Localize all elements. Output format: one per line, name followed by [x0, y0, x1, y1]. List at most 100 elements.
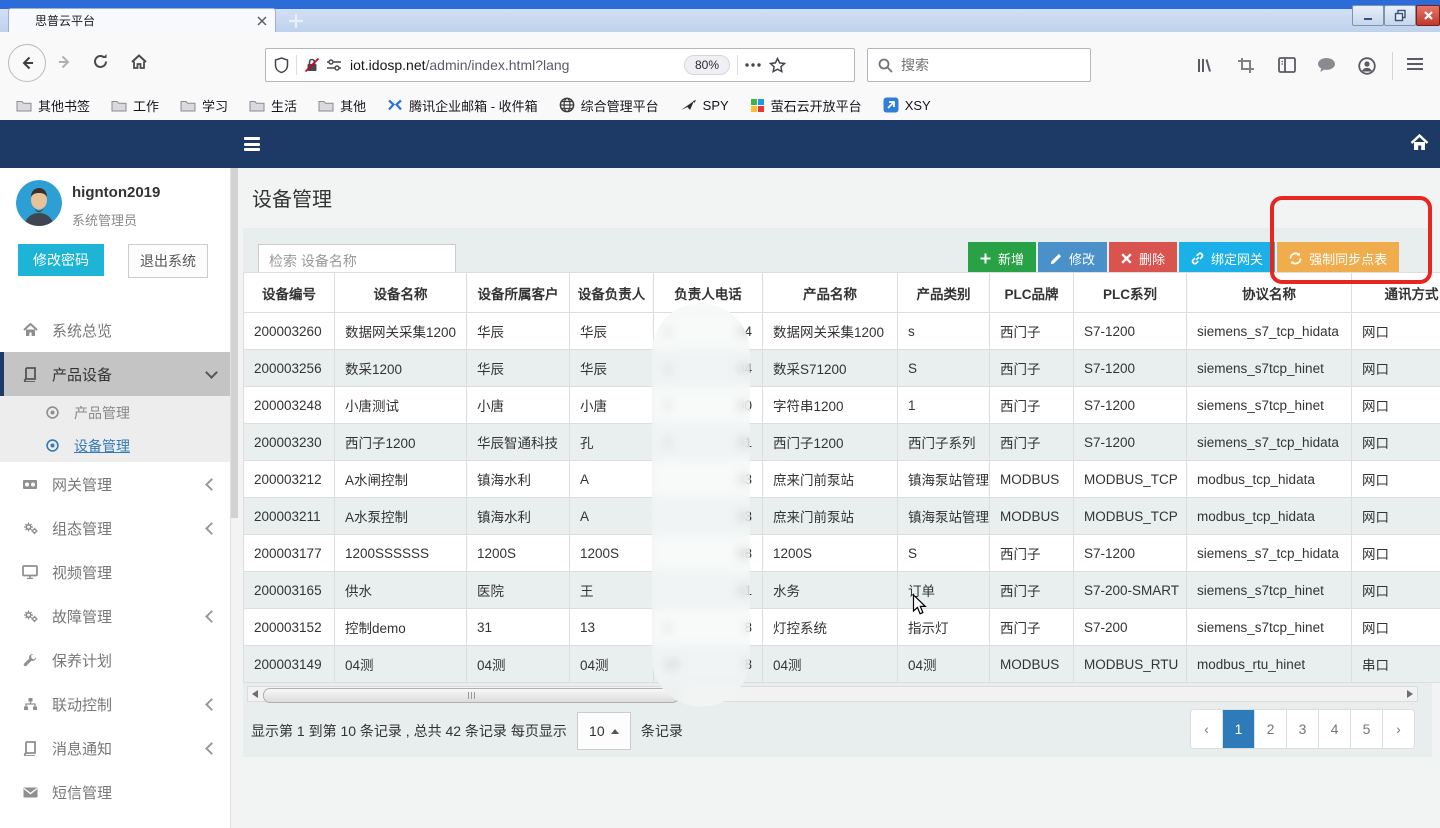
page-actions-icon[interactable] [745, 63, 761, 67]
edit-button[interactable]: 修改 [1038, 242, 1107, 275]
forward-icon[interactable] [56, 53, 74, 71]
screenshot-icon[interactable] [1237, 57, 1255, 74]
table-row[interactable]: 200003212 A水闸控制 镇海水利 A 33 庶来门前泵站 镇海泵站管理 … [244, 461, 1440, 498]
bookmark-folder[interactable]: 生活 [249, 96, 297, 115]
cell-device-id: 200003256 [244, 350, 335, 387]
scrollbar-thumb[interactable] [263, 688, 679, 703]
bind-gateway-button[interactable]: 绑定网关 [1179, 242, 1275, 275]
device-table: 设备编号设备名称设备所属客户设备负责人负责人电话产品名称产品类别PLC品牌PLC… [243, 272, 1440, 683]
sidebar-item-product-management[interactable]: 产品管理 [0, 396, 230, 429]
table-row[interactable]: 200003152 控制demo 31 13 18 灯控系统 指示灯 西门子 S… [244, 609, 1440, 646]
cell-owner: 13 [570, 609, 654, 646]
bookmark-tencent-mail[interactable]: 腾讯企业邮箱 - 收件箱 [387, 96, 538, 115]
insecure-lock-icon[interactable] [304, 57, 320, 73]
window-minimize-button[interactable] [1352, 5, 1384, 26]
zoom-level-badge[interactable]: 80% [684, 55, 730, 75]
new-tab-icon[interactable] [286, 11, 308, 29]
menu-hamburger-icon[interactable] [1406, 57, 1424, 71]
add-button[interactable]: 新增 [968, 242, 1036, 275]
reload-icon[interactable] [92, 53, 109, 70]
chevron-down-icon [205, 366, 218, 379]
bookmark-spy[interactable]: SPY [680, 98, 729, 113]
sidebar-item-video-management[interactable]: 视频管理 [0, 550, 230, 594]
sidebar-item-device-management[interactable]: 设备管理 [0, 429, 230, 462]
shield-icon[interactable] [274, 57, 289, 74]
avatar[interactable] [16, 180, 62, 226]
page-button[interactable]: ‹ [1191, 710, 1222, 748]
x-icon [1121, 253, 1132, 264]
sidebar-collapse-icon[interactable] [244, 137, 260, 151]
bookmark-folder[interactable]: 工作 [111, 96, 159, 115]
scroll-right-arrow[interactable] [1403, 687, 1417, 701]
page-size-dropdown[interactable]: 10 [577, 712, 631, 750]
bookmark-ezviz[interactable]: 萤石云开放平台 [750, 96, 862, 115]
sidebar-item-space-management[interactable]: 空间管理 [0, 814, 230, 828]
product-device-submenu: 产品管理 设备管理 [0, 396, 230, 462]
table-row[interactable]: 200003248 小唐测试 小唐 小唐 100 字符串1200 1 西门子 S… [244, 387, 1440, 424]
window-restore-button[interactable] [1384, 5, 1416, 26]
sidebar-item-product-device[interactable]: 产品设备 [0, 352, 230, 396]
sidebar-item-message-notification[interactable]: 消息通知 [0, 726, 230, 770]
table-row[interactable]: 200003211 A水泵控制 镇海水利 A 33 庶来门前泵站 镇海泵站管理 … [244, 498, 1440, 535]
sidebar-item-sms-management[interactable]: 短信管理 [0, 770, 230, 814]
browser-search-bar[interactable]: 搜索 [867, 48, 1091, 82]
page-button[interactable]: 2 [1254, 710, 1286, 748]
permissions-icon[interactable] [326, 58, 342, 72]
sidebar-item-gateway-management[interactable]: 网关管理 [0, 462, 230, 506]
url-bar[interactable]: iot.idosp.net/admin/index.html?lang 80% [265, 48, 855, 82]
sidebar-item-config-management[interactable]: 组态管理 [0, 506, 230, 550]
bookmark-folder[interactable]: 其他 [318, 96, 366, 115]
cell-protocol: siemens_s7_tcp_hidata [1187, 424, 1352, 461]
sidebar-item-maintenance-plan[interactable]: 保养计划 [0, 638, 230, 682]
cell-plc-brand: 西门子 [990, 535, 1074, 572]
table-row[interactable]: 200003177 1200SSSSSS 1200S 1200S 88 1200… [244, 535, 1440, 572]
cell-device-id: 200003260 [244, 313, 335, 350]
force-sync-button[interactable]: 强制同步点表 [1277, 242, 1399, 275]
delete-button[interactable]: 删除 [1109, 242, 1177, 275]
cell-product-category: 镇海泵站管理 [898, 498, 990, 535]
back-button[interactable] [8, 44, 46, 82]
cell-device-name: A水泵控制 [335, 498, 467, 535]
table-row[interactable]: 200003260 数据网关采集1200 华辰 华辰 104 数据网关采集120… [244, 313, 1440, 350]
page-button[interactable]: 4 [1318, 710, 1350, 748]
navbar-home-icon[interactable] [1410, 134, 1429, 152]
page-button[interactable]: 5 [1350, 710, 1382, 748]
cell-comm-type: 网口 [1352, 350, 1440, 387]
bookmark-folder[interactable]: 学习 [180, 96, 228, 115]
table-row[interactable]: 200003165 供水 医院 王 41 水务 订单 西门子 S7-200-SM… [244, 572, 1440, 609]
column-header: 产品类别 [898, 273, 990, 313]
sidebar-item-system-overview[interactable]: 系统总览 [0, 308, 230, 352]
table-horizontal-scrollbar[interactable] [247, 686, 1418, 702]
bookmark-xsy[interactable]: XSY [883, 97, 931, 113]
chevron-left-icon [205, 698, 218, 711]
sidebar-item-fault-management[interactable]: 故障管理 [0, 594, 230, 638]
feedback-bubble-icon[interactable] [1317, 57, 1336, 73]
cell-plc-brand: MODBUS [990, 646, 1074, 683]
home-icon[interactable] [130, 53, 148, 71]
library-icon[interactable] [1196, 57, 1214, 74]
page-button[interactable]: 1 [1222, 710, 1254, 748]
scroll-left-arrow[interactable] [248, 687, 262, 701]
bookmark-folder[interactable]: 其他书签 [16, 96, 90, 115]
records-suffix-text: 条记录 [641, 721, 683, 741]
sidebar-scrollbar-thumb[interactable] [231, 168, 238, 518]
page-button[interactable]: 3 [1286, 710, 1318, 748]
window-close-button[interactable] [1416, 5, 1440, 26]
page-button[interactable]: › [1382, 710, 1414, 748]
cell-comm-type: 串口 [1352, 646, 1440, 683]
cell-comm-type: 网口 [1352, 387, 1440, 424]
sidebar-item-linkage-control[interactable]: 联动控制 [0, 682, 230, 726]
table-row[interactable]: 200003230 西门子1200 华辰智通科技 孔 131 西门子1200 西… [244, 424, 1440, 461]
tab-close-icon[interactable] [257, 16, 267, 26]
sidebar-toggle-icon[interactable] [1278, 57, 1296, 73]
table-row[interactable]: 200003256 数采1200 华辰 华辰 104 数采S71200 S 西门… [244, 350, 1440, 387]
bookmark-star-icon[interactable] [769, 57, 786, 74]
change-password-button[interactable]: 修改密码 [18, 244, 104, 276]
browser-tab[interactable]: 思普云平台 [8, 8, 276, 32]
table-row[interactable]: 200003149 04测 04测 04测 158 04测 04测 MODBUS… [244, 646, 1440, 683]
cell-device-name: 数采1200 [335, 350, 467, 387]
logout-button[interactable]: 退出系统 [128, 244, 208, 278]
cell-device-id: 200003212 [244, 461, 335, 498]
bookmark-mgmt-platform[interactable]: 综合管理平台 [559, 96, 659, 115]
account-icon[interactable] [1358, 57, 1376, 75]
